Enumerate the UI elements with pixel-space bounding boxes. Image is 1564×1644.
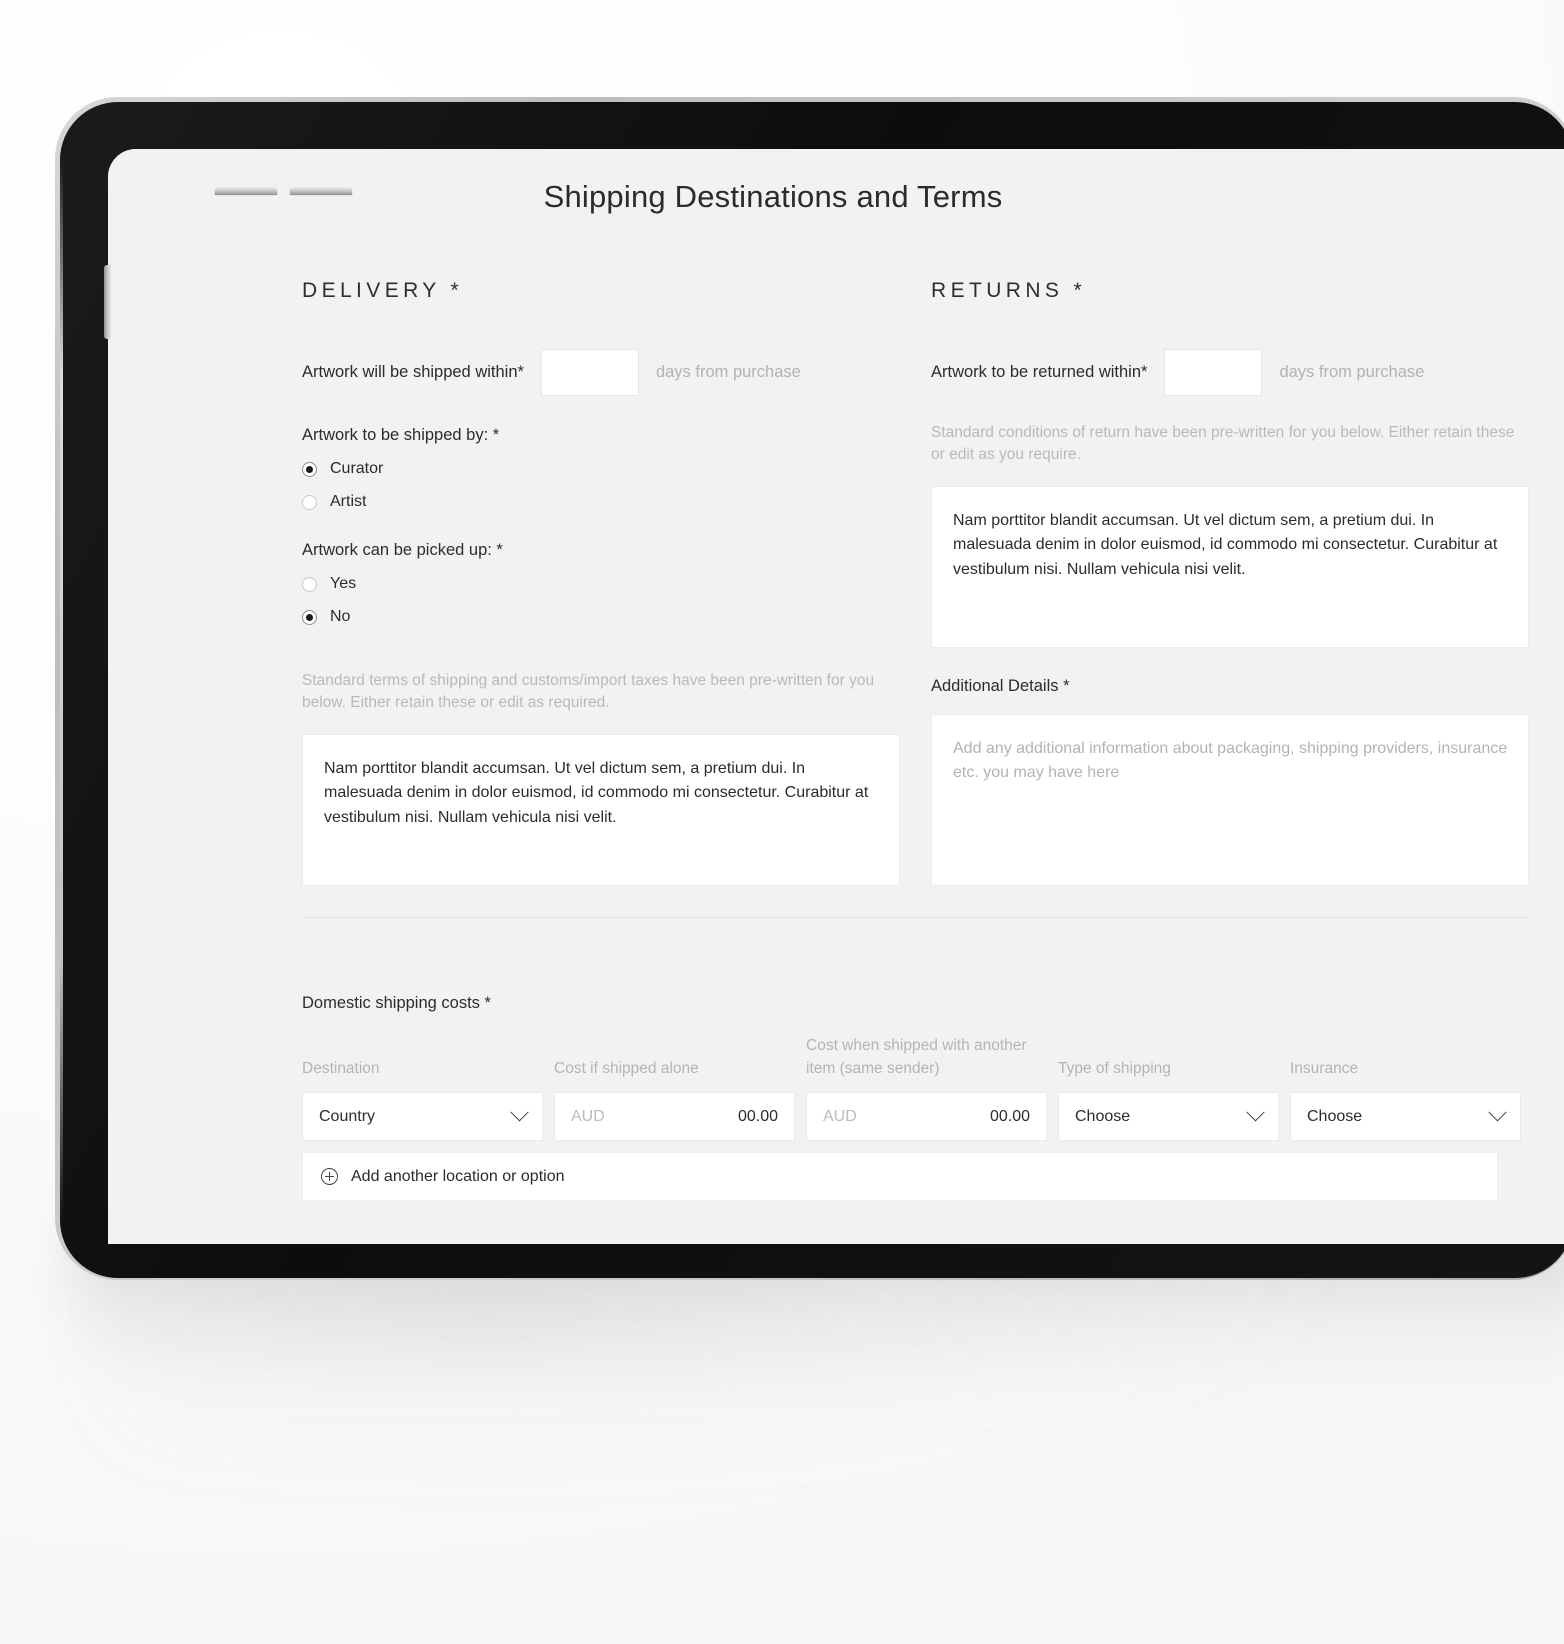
chevron-down-icon[interactable] xyxy=(1246,1103,1265,1122)
cost-if-shipped-alone-input[interactable]: AUD 00.00 xyxy=(554,1092,795,1141)
shipped-within-suffix: days from purchase xyxy=(655,363,801,381)
currency-prefix: AUD xyxy=(571,1107,605,1125)
device-edge-highlight xyxy=(60,162,63,1222)
returns-conditions-textarea[interactable]: Nam porttitor blandit accumsan. Ut vel d… xyxy=(931,485,1529,648)
page-title: Shipping Destinations and Terms xyxy=(543,179,1003,214)
chevron-down-icon[interactable] xyxy=(510,1103,529,1122)
radio-label: Curator xyxy=(330,460,384,477)
returned-within-input[interactable] xyxy=(1164,349,1263,396)
delivery-heading: DELIVERY * xyxy=(302,279,464,302)
additional-details-label: Additional Details * xyxy=(931,676,1070,695)
radio-picked-up-yes[interactable]: Yes xyxy=(302,575,900,593)
volume-up-button[interactable] xyxy=(215,188,277,195)
column-header-cost-alone: Cost if shipped alone xyxy=(554,1059,699,1077)
destination-select-value: Country xyxy=(319,1107,376,1125)
amount-value: 00.00 xyxy=(737,1107,778,1125)
tablet-device: Shipping Destinations and Terms DELIVERY… xyxy=(55,97,1564,1280)
tablet-bezel: Shipping Destinations and Terms DELIVERY… xyxy=(60,102,1564,1278)
insurance-select[interactable]: Choose xyxy=(1290,1092,1521,1141)
delivery-terms-help-text: Standard terms of shipping and customs/i… xyxy=(302,672,875,712)
returned-within-suffix: days from purchase xyxy=(1279,363,1425,381)
chevron-down-icon[interactable] xyxy=(1488,1103,1507,1122)
costs-table-row: Country AUD 00.00 AUD 00.00 Choose Choos… xyxy=(302,1092,1529,1141)
radio-label: No xyxy=(330,608,351,625)
picked-up-label: Artwork can be picked up: * xyxy=(302,541,503,559)
destination-select[interactable]: Country xyxy=(302,1092,543,1141)
returns-conditions-help-text: Standard conditions of return have been … xyxy=(931,424,1515,464)
shipped-within-field-row: Artwork will be shipped within* days fro… xyxy=(302,349,900,396)
scene: Shipping Destinations and Terms DELIVERY… xyxy=(0,0,1564,1644)
device-ambient-shadow xyxy=(120,1260,1564,1560)
radio-label: Artist xyxy=(330,493,367,510)
section-divider xyxy=(302,917,1529,918)
type-of-shipping-value: Choose xyxy=(1075,1107,1131,1125)
column-header-insurance: Insurance xyxy=(1290,1059,1359,1077)
power-button[interactable] xyxy=(104,265,111,339)
delivery-column: DELIVERY * Artwork will be shipped withi… xyxy=(302,279,900,886)
radio-button-icon[interactable] xyxy=(302,461,317,477)
costs-table-header-row: Destination Cost if shipped alone Cost w… xyxy=(302,1037,1529,1080)
returns-column: RETURNS * Artwork to be returned within*… xyxy=(931,279,1529,886)
radio-picked-up-no[interactable]: No xyxy=(302,608,900,626)
domestic-shipping-costs-section: Domestic shipping costs * Destination Co… xyxy=(302,994,1529,1201)
add-another-location-button[interactable]: Add another location or option xyxy=(302,1152,1498,1201)
shipped-within-input[interactable] xyxy=(540,349,639,396)
currency-prefix: AUD xyxy=(823,1107,857,1125)
cost-when-shipped-with-another-input[interactable]: AUD 00.00 xyxy=(806,1092,1047,1141)
radio-shipped-by-curator[interactable]: Curator xyxy=(302,460,900,478)
insurance-value: Choose xyxy=(1307,1107,1363,1125)
column-header-type-of-shipping: Type of shipping xyxy=(1058,1059,1171,1077)
delivery-terms-textarea[interactable]: Nam porttitor blandit accumsan. Ut vel d… xyxy=(302,733,900,886)
type-of-shipping-select[interactable]: Choose xyxy=(1058,1092,1279,1141)
additional-details-textarea[interactable]: Add any additional information about pac… xyxy=(931,713,1529,886)
shipping-form-page: Shipping Destinations and Terms DELIVERY… xyxy=(108,149,1564,1244)
amount-value: 00.00 xyxy=(989,1107,1030,1125)
tablet-screen: Shipping Destinations and Terms DELIVERY… xyxy=(108,149,1564,1244)
returned-within-label: Artwork to be returned within* xyxy=(931,363,1148,381)
column-header-destination: Destination xyxy=(302,1059,380,1077)
radio-button-icon[interactable] xyxy=(302,494,317,510)
shipped-within-label: Artwork will be shipped within* xyxy=(302,363,524,381)
returned-within-field-row: Artwork to be returned within* days from… xyxy=(931,349,1529,396)
radio-shipped-by-artist[interactable]: Artist xyxy=(302,493,900,511)
radio-label: Yes xyxy=(330,575,357,592)
add-another-location-label: Add another location or option xyxy=(351,1167,565,1185)
returns-heading: RETURNS * xyxy=(931,279,1087,302)
column-header-cost-with-other: Cost when shipped with another item (sam… xyxy=(806,1037,1027,1077)
domestic-shipping-costs-title: Domestic shipping costs * xyxy=(302,994,491,1012)
shipped-by-label: Artwork to be shipped by: * xyxy=(302,426,500,444)
radio-button-icon[interactable] xyxy=(302,609,317,625)
plus-circle-icon xyxy=(321,1168,338,1185)
volume-down-button[interactable] xyxy=(290,188,352,195)
radio-button-icon[interactable] xyxy=(302,576,317,592)
